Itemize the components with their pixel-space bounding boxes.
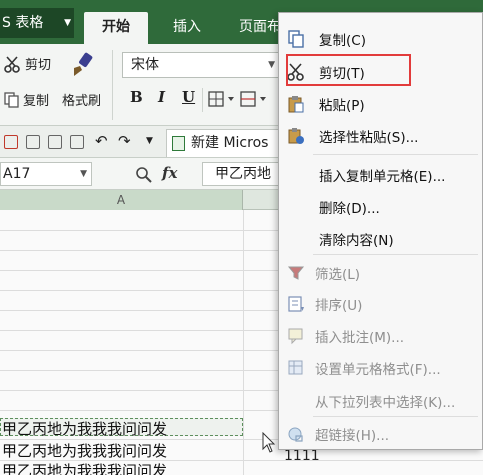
insert-function-button[interactable]: fx xyxy=(162,164,177,182)
cell-a19[interactable]: 甲乙丙地为我我我问问发 xyxy=(2,460,167,475)
cell-value[interactable]: 1111 xyxy=(284,448,320,464)
ribbon-separator xyxy=(112,50,113,120)
bold-button[interactable]: B xyxy=(130,88,143,106)
italic-button[interactable]: I xyxy=(158,88,165,106)
font-name-value: 宋体 xyxy=(131,57,159,73)
menu-item-label: 清除内容(N) xyxy=(319,233,394,249)
print-icon[interactable] xyxy=(26,135,40,149)
paste-icon xyxy=(288,96,304,113)
menu-item-paste[interactable]: 粘贴(P) xyxy=(279,88,483,118)
dropdown-arrow-icon: ▼ xyxy=(64,18,71,28)
mouse-pointer-icon xyxy=(262,432,276,453)
cell-a18[interactable]: 甲乙丙地为我我我问问发 xyxy=(2,440,167,461)
tab-insert[interactable]: 插入 xyxy=(162,12,212,44)
menu-item-label: 复制(C) xyxy=(319,33,366,49)
copy-label: 复制 xyxy=(23,94,50,109)
menu-divider xyxy=(313,154,478,155)
format-painter-label: 格式刷 xyxy=(62,94,102,109)
format-cells-icon xyxy=(288,360,303,375)
menu-item-label: 插入批注(M)... xyxy=(315,330,405,346)
menu-item-label: 从下拉列表中选择(K)... xyxy=(315,395,456,411)
format-painter-button[interactable]: 格式刷 xyxy=(62,90,101,109)
app-menu-label: S 表格 xyxy=(2,15,44,31)
menu-item-insert-copied-cells[interactable]: 插入复制单元格(E)... xyxy=(279,159,483,189)
app-menu-button[interactable]: S 表格 ▼ xyxy=(0,8,74,38)
borders-icon xyxy=(208,91,234,107)
underline-button[interactable]: U xyxy=(182,88,195,106)
name-box-value: A17 xyxy=(3,166,31,182)
menu-item-label: 超链接(H)... xyxy=(315,428,390,444)
font-name-select[interactable]: 宋体 ▼ xyxy=(122,52,280,78)
context-menu: 复制(C) 剪切(T) 粘贴(P) 选择性粘贴(S)... 插入复制单元格(E)… xyxy=(278,12,483,450)
customize-arrow-icon[interactable]: ▼ xyxy=(146,136,153,146)
paintbrush-icon xyxy=(74,52,93,76)
highlight-box xyxy=(286,54,411,86)
borders-button[interactable] xyxy=(208,91,239,107)
copy-icon xyxy=(288,30,304,48)
spreadsheet-doc-icon xyxy=(172,136,185,151)
document-tab-label: 新建 Micros xyxy=(191,135,269,151)
dropdown-arrow-icon: ▼ xyxy=(268,60,275,70)
copy-icon xyxy=(4,91,19,108)
menu-item-hyperlink[interactable]: 超链接(H)... xyxy=(279,418,483,448)
menu-item-clear-contents[interactable]: 清除内容(N) xyxy=(279,223,483,253)
copy-button[interactable]: 复制 xyxy=(4,90,49,109)
cut-label: 剪切 xyxy=(25,58,52,73)
redo-icon[interactable]: ↷ xyxy=(118,132,131,150)
zoom-icon[interactable] xyxy=(135,166,153,184)
merge-button[interactable] xyxy=(240,91,277,107)
menu-item-label: 筛选(L) xyxy=(315,267,361,283)
cell-a17[interactable]: 甲乙丙地为我我我问问发 xyxy=(2,418,167,439)
hyperlink-icon xyxy=(288,427,303,442)
ribbon-separator xyxy=(202,88,203,112)
print-preview-icon[interactable] xyxy=(48,135,62,149)
menu-divider xyxy=(313,416,478,417)
menu-item-label: 设置单元格格式(F)... xyxy=(315,362,441,378)
column-header-a[interactable]: A xyxy=(0,190,243,210)
tab-start[interactable]: 开始 xyxy=(84,12,148,44)
document-tab[interactable]: 新建 Micros xyxy=(166,129,286,157)
menu-item-label: 排序(U) xyxy=(315,298,363,314)
menu-item-format-cells[interactable]: 设置单元格格式(F)... xyxy=(279,352,483,382)
filter-icon xyxy=(287,266,305,280)
menu-item-pick-from-list[interactable]: 从下拉列表中选择(K)... xyxy=(279,385,483,415)
menu-item-delete[interactable]: 删除(D)... xyxy=(279,191,483,221)
menu-item-label: 选择性粘贴(S)... xyxy=(319,130,419,146)
menu-item-label: 插入复制单元格(E)... xyxy=(319,169,446,185)
menu-item-paste-special[interactable]: 选择性粘贴(S)... xyxy=(279,120,483,150)
paintbrush-button[interactable] xyxy=(68,50,101,80)
menu-item-filter[interactable]: 筛选(L) xyxy=(279,257,483,287)
find-icon[interactable] xyxy=(70,135,84,149)
menu-item-label: 粘贴(P) xyxy=(319,98,365,114)
paste-special-icon xyxy=(288,128,304,144)
scissors-icon xyxy=(4,55,20,73)
dropdown-arrow-icon: ▼ xyxy=(80,169,87,179)
merge-cells-icon xyxy=(240,91,266,107)
menu-item-insert-comment[interactable]: 插入批注(M)... xyxy=(279,320,483,350)
tab-page-layout[interactable]: 页面布 xyxy=(236,12,284,44)
menu-item-copy[interactable]: 复制(C) xyxy=(279,23,483,53)
menu-item-label: 删除(D)... xyxy=(319,201,380,217)
name-box[interactable]: A17 ▼ xyxy=(0,162,92,186)
undo-icon[interactable]: ↶ xyxy=(95,132,108,150)
sort-icon xyxy=(288,296,304,312)
cut-button[interactable]: 剪切 xyxy=(4,54,51,73)
menu-divider xyxy=(313,254,478,255)
comment-icon xyxy=(288,328,303,345)
save-icon[interactable] xyxy=(4,135,18,149)
menu-item-sort[interactable]: 排序(U) xyxy=(279,288,483,318)
